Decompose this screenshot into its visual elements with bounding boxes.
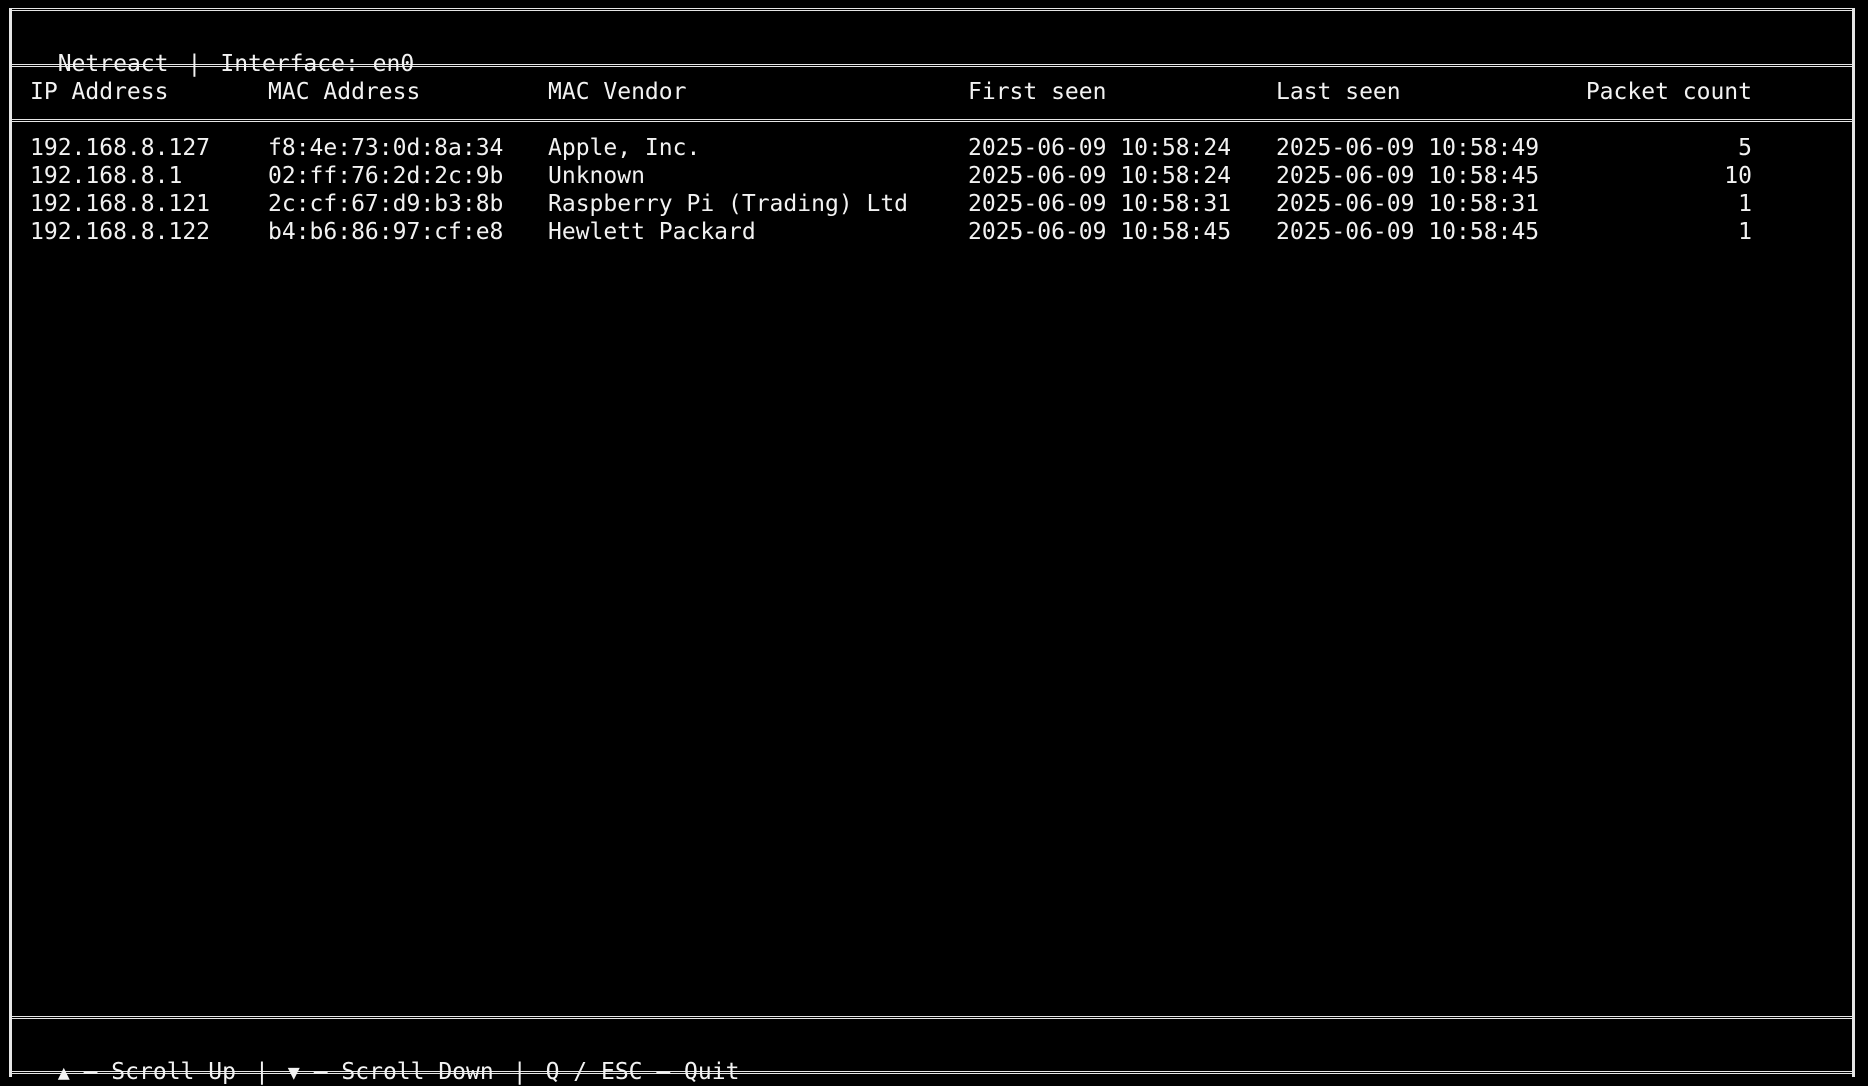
packet-count-cell: 10 <box>1724 163 1752 189</box>
last-seen-cell: 2025-06-09 10:58:31 <box>1276 191 1540 217</box>
interface-label: Interface: en0 <box>220 51 415 77</box>
app-name: Netreact <box>57 51 169 77</box>
column-header-packet-count[interactable]: Packet count <box>1584 78 1752 106</box>
last-seen-cell: 2025-06-09 10:58:45 <box>1276 219 1540 245</box>
top-border <box>9 8 1855 11</box>
table-row[interactable]: 192.168.8.1 02:ff:76:2d:2c:9b Unknown 20… <box>0 162 1868 190</box>
scroll-down-hint[interactable]: ▼ – Scroll Down <box>288 1059 494 1085</box>
scroll-up-hint[interactable]: ▲ – Scroll Up <box>58 1059 236 1085</box>
packet-count-cell: 1 <box>1738 191 1752 217</box>
mac-address-cell: f8:4e:73:0d:8a:34 <box>268 135 504 161</box>
table-header: IP Address MAC Address MAC Vendor First … <box>0 78 1868 106</box>
ip-address-cell: 192.168.8.127 <box>30 135 211 161</box>
device-table-body[interactable]: 192.168.8.127 f8:4e:73:0d:8a:34 Apple, I… <box>0 134 1868 246</box>
mac-address-cell: b4:b6:86:97:cf:e8 <box>268 219 504 245</box>
last-seen-cell: 2025-06-09 10:58:45 <box>1276 163 1540 189</box>
scroll-up-label: – Scroll Up <box>83 1059 236 1085</box>
table-row[interactable]: 192.168.8.121 2c:cf:67:d9:b3:8b Raspberr… <box>0 190 1868 218</box>
table-row[interactable]: 192.168.8.122 b4:b6:86:97:cf:e8 Hewlett … <box>0 218 1868 246</box>
packet-count-cell: 1 <box>1738 219 1752 245</box>
arrow-up-icon: ▲ <box>57 1060 70 1084</box>
first-seen-cell: 2025-06-09 10:58:45 <box>968 219 1232 245</box>
mac-address-cell: 02:ff:76:2d:2c:9b <box>268 163 504 189</box>
column-header-mac[interactable]: MAC Address <box>268 78 420 106</box>
scroll-down-label: – Scroll Down <box>313 1059 494 1085</box>
mac-vendor-cell: Unknown <box>548 163 645 189</box>
ip-address-cell: 192.168.8.122 <box>30 219 211 245</box>
first-seen-cell: 2025-06-09 10:58:24 <box>968 163 1232 189</box>
title-separator: | <box>187 51 202 77</box>
column-header-first-seen[interactable]: First seen <box>968 78 1106 106</box>
packet-count-cell: 5 <box>1738 135 1752 161</box>
title-bar: Netreact | Interface: en0 <box>30 22 415 78</box>
column-header-last-seen[interactable]: Last seen <box>1276 78 1401 106</box>
ip-address-cell: 192.168.8.1 <box>30 163 183 189</box>
footer-separator: | <box>512 1059 527 1085</box>
keybinding-footer: ▲ – Scroll Up | ▼ – Scroll Down | Q / ESC – … <box>30 1030 740 1086</box>
first-seen-cell: 2025-06-09 10:58:24 <box>968 135 1232 161</box>
mac-address-cell: 2c:cf:67:d9:b3:8b <box>268 191 504 217</box>
column-header-vendor[interactable]: MAC Vendor <box>548 78 686 106</box>
column-header-ip[interactable]: IP Address <box>30 78 168 106</box>
quit-hint[interactable]: Q / ESC – Quit <box>546 1059 740 1085</box>
footer-separator: | <box>254 1059 269 1085</box>
first-seen-cell: 2025-06-09 10:58:31 <box>968 191 1232 217</box>
ip-address-cell: 192.168.8.121 <box>30 191 211 217</box>
header-divider <box>9 119 1855 122</box>
last-seen-cell: 2025-06-09 10:58:49 <box>1276 135 1540 161</box>
footer-divider <box>9 1016 1855 1019</box>
mac-vendor-cell: Hewlett Packard <box>548 219 756 245</box>
table-row[interactable]: 192.168.8.127 f8:4e:73:0d:8a:34 Apple, I… <box>0 134 1868 162</box>
mac-vendor-cell: Raspberry Pi (Trading) Ltd <box>548 191 909 217</box>
mac-vendor-cell: Apple, Inc. <box>548 135 701 161</box>
arrow-down-icon: ▼ <box>287 1060 300 1084</box>
